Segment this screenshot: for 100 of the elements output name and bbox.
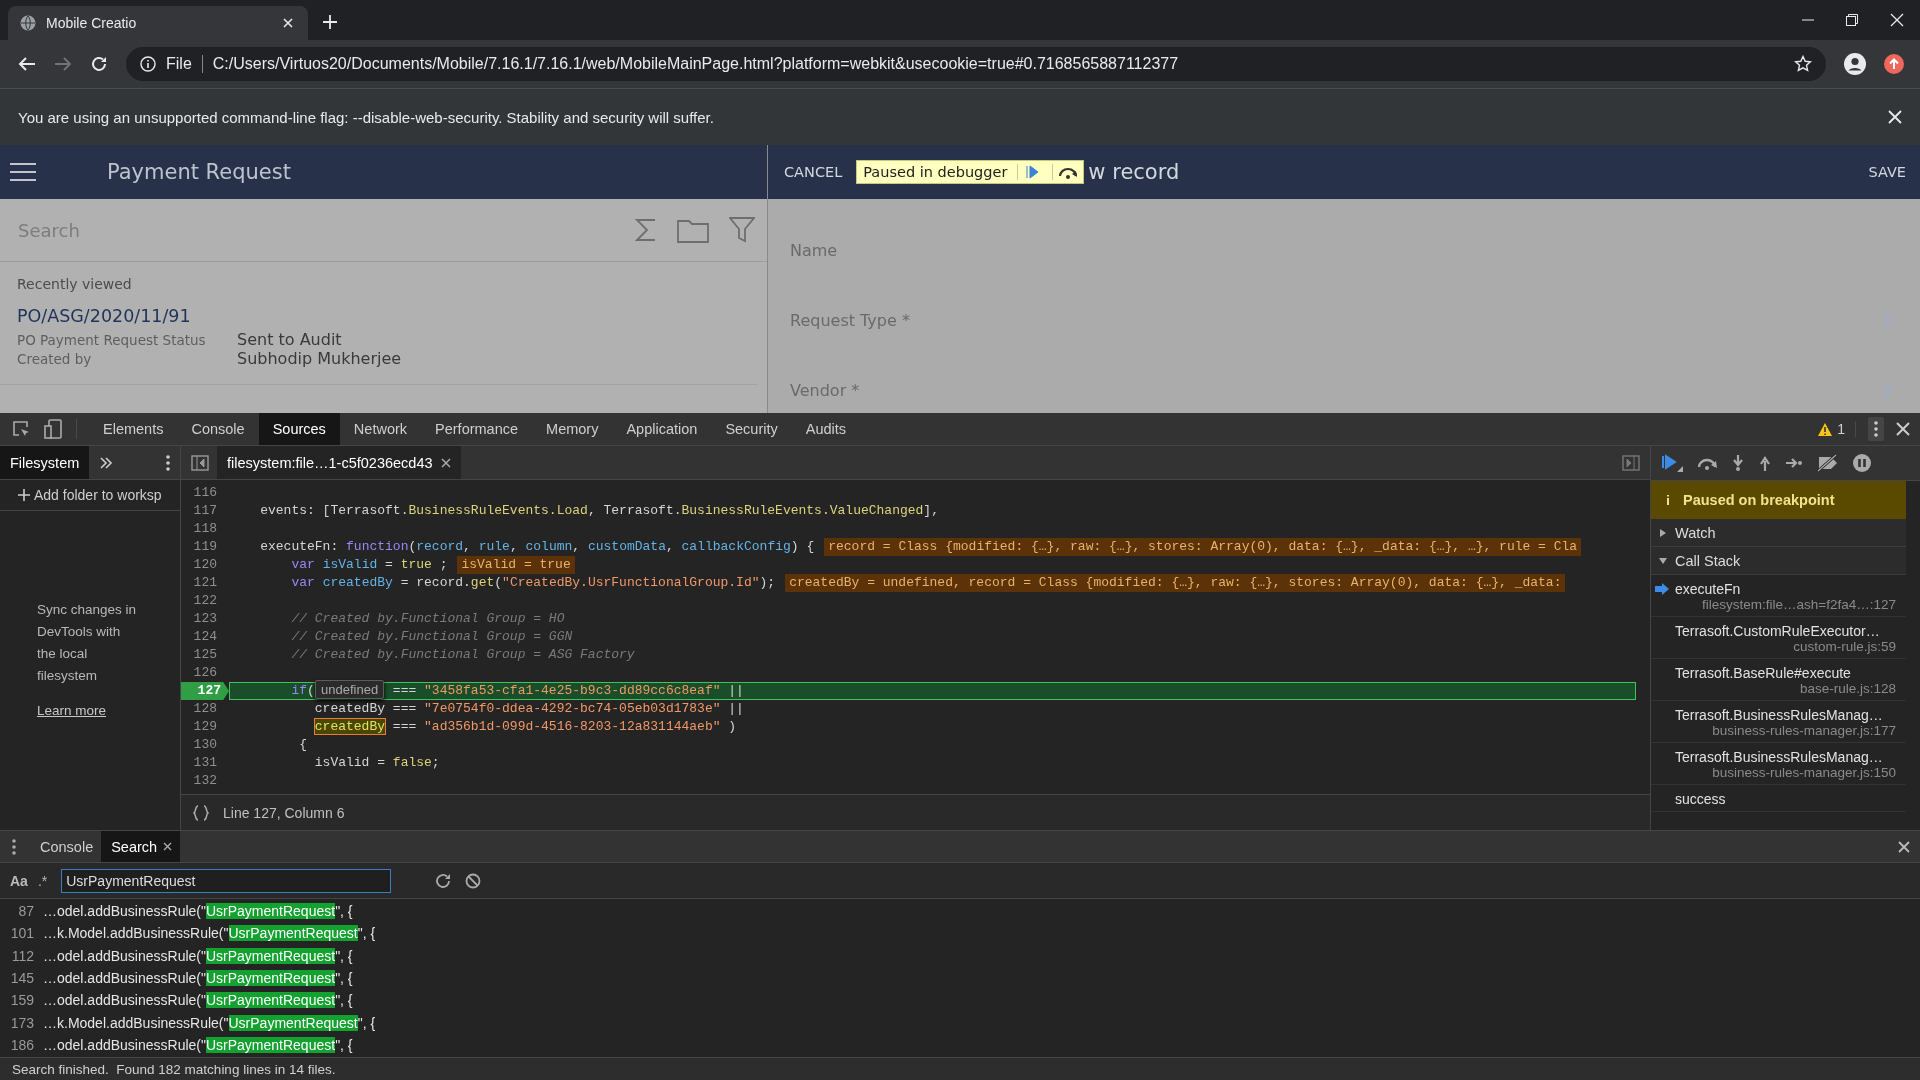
close-icon[interactable] [163,842,173,851]
call-frame[interactable]: Terrasoft.BusinessRulesManag… business-rules-manager.js:150 [1651,743,1906,785]
match-case-button[interactable]: Aa [10,872,38,889]
pretty-print-icon[interactable] [193,804,209,821]
close-icon[interactable] [1898,840,1910,853]
line-number: 112 [10,947,35,964]
browser-tab[interactable]: Mobile Creatio [8,6,308,40]
cursor-position: Line 127, Column 6 [223,804,345,821]
search-field[interactable]: UsrPaymentRequest [61,868,392,893]
field-label: Request Type * [790,310,911,330]
frame-location: filesystem:file…ash=f2fa4…:127 [1701,597,1896,612]
search-result-line[interactable]: …odel.addBusinessRule("UsrPaymentRequest", { [43,992,353,1009]
drawer-tab[interactable]: Search [101,831,181,862]
close-icon[interactable] [440,457,451,468]
section-header[interactable]: Call Stack [1651,547,1906,575]
clear-icon[interactable] [465,872,482,889]
step-into-icon[interactable] [1731,454,1745,472]
new-tab-icon[interactable] [322,14,338,30]
file-tab[interactable]: filesystem:file…1-c5f0236ecd43 [217,446,461,479]
section-label: Recently viewed [16,275,133,292]
call-frame[interactable]: executeFn filesystem:file…ash=f2fa4…:127 [1651,575,1906,617]
line-number: 121 [192,574,218,592]
section-header[interactable]: Watch [1651,519,1906,547]
info-icon [140,56,156,72]
code-line: isValid = false; [313,754,440,772]
search-result-line[interactable]: …odel.addBusinessRule("UsrPaymentRequest", { [43,903,353,920]
page-title: Payment Request [107,160,291,184]
restore-icon[interactable] [1846,14,1858,26]
resume-icon[interactable] [1661,454,1683,472]
star-icon[interactable] [1794,55,1812,73]
line-number: 159 [9,992,35,1009]
call-frame[interactable]: Terrasoft.BaseRule#execute base-rule.js:128 [1651,659,1906,701]
address-bar[interactable]: File C:/Users/Virtuos20/Documents/Mobile/7.16.1/7.16.1/web/MobileMainPage.html?platform=webkit&usecookie=true#0.7168565887112377 [126,47,1826,81]
search-result-line[interactable]: …odel.addBusinessRule("UsrPaymentRequest", { [43,1036,353,1053]
pause-icon[interactable] [1853,454,1871,472]
step-over-icon[interactable] [1052,164,1080,180]
cancel-button[interactable]: CANCEL [784,164,843,180]
line-number: 117 [192,502,218,520]
function-name: success [1675,791,1727,807]
call-frame[interactable]: success [1651,785,1906,812]
add-folder-button[interactable]: Add folder to worksp [0,480,180,511]
back-icon[interactable] [18,55,36,73]
code-line: executeFn: function(record, rule, column, customData, callbackConfig) { [259,538,815,556]
sidebar-toggle-icon[interactable] [1622,454,1640,471]
devtools-tab[interactable]: Application [612,413,712,445]
menu-icon[interactable] [10,162,36,182]
line-number: 118 [192,520,218,538]
record-title: PO/ASG/2020/11/91 [17,306,192,326]
devtools-tab[interactable]: Sources [258,413,340,445]
devtools-tab[interactable]: Security [711,413,792,445]
call-frame[interactable]: Terrasoft.CustomRuleExecutor… custom-rule.js:59 [1651,617,1906,659]
paused-banner: Paused on breakpoint [1651,481,1906,519]
devtools-tab[interactable]: Network [339,413,422,445]
step-icon[interactable] [1785,457,1803,469]
device-icon[interactable] [44,419,62,439]
line-number: 129 [192,718,218,736]
line-number: 126 [192,664,218,682]
call-frame[interactable]: Terrasoft.BusinessRulesManag… business-rules-manager.js:177 [1651,701,1906,743]
record-item[interactable]: PO/ASG/2020/11/91 PO Payment Request Status Sent to Audit Created by Subhodip Mukherjee [0,292,757,385]
step-out-icon[interactable] [1758,454,1772,472]
learn-more-link[interactable]: Learn more [37,703,107,718]
devtools-tab[interactable]: Performance [421,413,533,445]
function-name: executeFn [1675,581,1742,597]
devtools-tab[interactable]: Elements [89,413,178,445]
function-name: Terrasoft.CustomRuleExecutor… [1675,623,1881,639]
close-icon[interactable] [1896,422,1910,436]
value-tooltip: undefined [315,680,385,699]
avatar-icon[interactable] [1844,53,1866,75]
frame-location: business-rules-manager.js:150 [1711,765,1896,780]
devtools-tab[interactable]: Console [177,413,259,445]
inspect-icon[interactable] [12,420,30,438]
refresh-icon[interactable] [435,872,452,889]
kebab-icon[interactable] [12,838,16,855]
line-number: 145 [9,970,35,987]
drawer-tab[interactable]: Console [30,831,102,862]
regex-button[interactable]: .* [37,872,58,889]
inline-value: createdBy = undefined, record = Class {modified: {…}, raw: {…}, stores: Array(0), data: {…}, _data: [785,574,1566,592]
warning-icon [1818,422,1833,436]
navigator-toggle-icon[interactable] [191,454,209,471]
field-label: PO Payment Request Status [17,332,207,348]
more-tabs-icon[interactable] [99,455,114,470]
navigator-tab[interactable]: Filesystem [0,446,90,479]
kebab-icon[interactable] [1874,421,1878,437]
sync-message: Sync changes in DevTools with the local filesystem [37,601,138,685]
update-icon[interactable] [1884,54,1904,74]
devtools-tab[interactable]: Memory [532,413,613,445]
line-number: 123 [192,610,218,628]
reload-icon[interactable] [90,55,108,73]
inline-value: isValid = true [457,556,575,574]
deactivate-breakpoints-icon[interactable] [1816,454,1840,472]
line-number: 124 [192,628,218,646]
line-number: 173 [9,1014,35,1031]
devtools-tab[interactable]: Audits [791,413,861,445]
globe-icon [20,15,36,31]
search-result-line[interactable]: …odel.addBusinessRule("UsrPaymentRequest", { [43,970,353,987]
kebab-icon[interactable] [166,454,170,471]
save-button[interactable]: SAVE [1868,164,1906,180]
search-result-line[interactable]: …odel.addBusinessRule("UsrPaymentRequest", { [43,947,353,964]
code-line: // Created by.Functional Group = HO [290,610,565,628]
line-number: 119 [192,538,218,556]
